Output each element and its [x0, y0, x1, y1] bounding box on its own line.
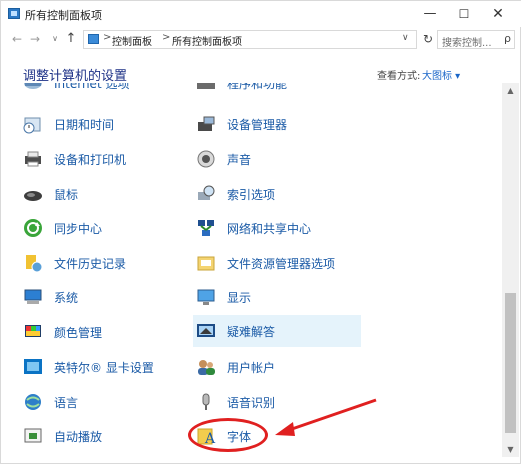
intel-graphics-icon — [24, 359, 42, 374]
forward-arrow-icon[interactable]: → — [27, 31, 43, 47]
control-item-indexing-options[interactable]: 索引选项 — [196, 181, 356, 207]
indexing-icon — [198, 185, 215, 200]
datetime-icon — [23, 117, 41, 134]
control-item-troubleshooting[interactable]: 疑难解答 — [193, 315, 361, 347]
control-item-autoplay[interactable]: 自动播放 — [23, 423, 183, 449]
close-button[interactable]: ✕ — [481, 3, 515, 25]
breadcrumb-control-panel[interactable]: 控制面板 — [112, 33, 152, 48]
search-placeholder: 搜索控制... — [442, 38, 492, 49]
sound-icon — [197, 150, 215, 168]
network-icon — [198, 220, 214, 236]
control-item-mouse[interactable]: 鼠标 — [23, 181, 183, 207]
control-item-internet-options[interactable]: Internet 选项 — [23, 83, 183, 96]
scroll-down-icon[interactable]: ▼ — [502, 442, 519, 457]
item-label: 索引选项 — [227, 188, 276, 202]
up-arrow-icon[interactable]: ↑ — [63, 31, 79, 47]
item-label: 同步中心 — [54, 222, 103, 236]
annotation-highlight-circle — [188, 418, 268, 452]
speech-recognition-icon — [202, 393, 210, 410]
control-item-file-history[interactable]: 文件历史记录 — [23, 250, 183, 276]
control-item-user-accounts[interactable]: 用户帐户 — [196, 354, 356, 380]
page-title: 调整计算机的设置 — [23, 69, 128, 84]
refresh-icon[interactable]: ↻ — [419, 31, 437, 48]
control-item-file-explorer-options[interactable]: 文件资源管理器选项 — [196, 250, 356, 276]
control-item-display[interactable]: 显示 — [196, 284, 356, 310]
control-item-color-management[interactable]: 颜色管理 — [23, 319, 183, 345]
view-by-label: 查看方式: — [377, 71, 421, 82]
control-panel-window: 所有控制面板项 — ☐ ✕ ← → ∨ ↑ > 控制面板 > 所有控制面板项 ∨… — [0, 0, 521, 464]
control-item-network-sharing[interactable]: 网络和共享中心 — [196, 215, 356, 241]
control-item-date-time[interactable]: 日期和时间 — [23, 111, 183, 137]
item-label: 英特尔® 显卡设置 — [54, 361, 154, 375]
control-item-devices-printers[interactable]: 设备和打印机 — [23, 146, 183, 172]
view-by-dropdown[interactable]: 大图标 ▾ — [422, 67, 460, 82]
item-label: 自动播放 — [54, 430, 103, 444]
control-item-intel-graphics[interactable]: 英特尔® 显卡设置 — [23, 354, 183, 380]
item-label: 疑难解答 — [227, 325, 276, 339]
item-label: 文件资源管理器选项 — [227, 257, 336, 271]
device-manager-icon — [198, 116, 215, 131]
item-label: 网络和共享中心 — [227, 222, 312, 236]
item-label: 日期和时间 — [54, 118, 115, 132]
breadcrumb-all-items[interactable]: 所有控制面板项 — [172, 33, 242, 48]
sync-icon — [24, 219, 42, 237]
item-label: 文件历史记录 — [54, 257, 127, 271]
address-dropdown-icon[interactable]: ∨ — [402, 33, 409, 43]
recent-locations-chevron-icon[interactable]: ∨ — [47, 31, 63, 47]
programs-icon — [197, 83, 215, 89]
troubleshooting-icon — [197, 324, 215, 337]
scrollbar-thumb[interactable] — [505, 293, 516, 433]
control-panel-icon — [8, 8, 20, 19]
mouse-icon — [24, 191, 42, 201]
search-icon[interactable]: ρ — [504, 32, 511, 45]
navigation-bar: ← → ∨ ↑ > 控制面板 > 所有控制面板项 ∨ ↻ 搜索控制... ρ — [1, 28, 521, 52]
search-input[interactable]: 搜索控制... ρ — [437, 30, 515, 49]
item-label: 设备和打印机 — [54, 153, 127, 167]
breadcrumb-separator[interactable]: > — [103, 32, 111, 43]
back-arrow-icon[interactable]: ← — [9, 31, 25, 47]
item-label: 用户帐户 — [227, 361, 276, 375]
scroll-up-icon[interactable]: ▲ — [502, 83, 519, 98]
file-history-icon — [26, 255, 43, 273]
control-item-language[interactable]: 语言 — [23, 389, 183, 415]
item-label: 颜色管理 — [54, 326, 103, 340]
system-icon — [24, 289, 42, 304]
item-label: 鼠标 — [54, 188, 79, 202]
color-management-icon — [25, 325, 41, 337]
folder-options-icon — [197, 256, 215, 271]
item-label: 系统 — [54, 291, 79, 305]
vertical-scrollbar[interactable]: ▲ ▼ — [502, 83, 519, 457]
address-bar[interactable]: > 控制面板 > 所有控制面板项 ∨ — [83, 30, 417, 49]
window-title: 所有控制面板项 — [25, 9, 102, 22]
partial-items-row: Internet 选项 程序和功能 — [1, 83, 501, 99]
autoplay-icon — [24, 428, 42, 443]
language-icon — [25, 394, 41, 410]
minimize-button[interactable]: — — [413, 3, 447, 25]
control-item-sound[interactable]: 声音 — [196, 146, 356, 172]
control-panel-small-icon — [88, 34, 99, 44]
control-item-device-manager[interactable]: 设备管理器 — [196, 111, 356, 137]
display-icon — [197, 289, 215, 305]
internet-options-icon — [24, 83, 42, 89]
item-label: 声音 — [227, 153, 252, 167]
control-item-system[interactable]: 系统 — [23, 284, 183, 310]
item-label: 语言 — [54, 396, 79, 410]
title-bar: 所有控制面板项 — ☐ ✕ — [1, 1, 521, 27]
item-label: 设备管理器 — [227, 118, 288, 132]
control-item-programs[interactable]: 程序和功能 — [196, 83, 356, 96]
item-label: 语音识别 — [227, 396, 276, 410]
item-label: 显示 — [227, 291, 252, 305]
printer-icon — [25, 151, 41, 167]
breadcrumb-separator[interactable]: > — [162, 32, 170, 43]
maximize-button[interactable]: ☐ — [447, 3, 481, 25]
control-item-sync-center[interactable]: 同步中心 — [23, 215, 183, 241]
annotation-arrow-icon — [275, 398, 377, 436]
user-accounts-icon — [198, 360, 215, 375]
